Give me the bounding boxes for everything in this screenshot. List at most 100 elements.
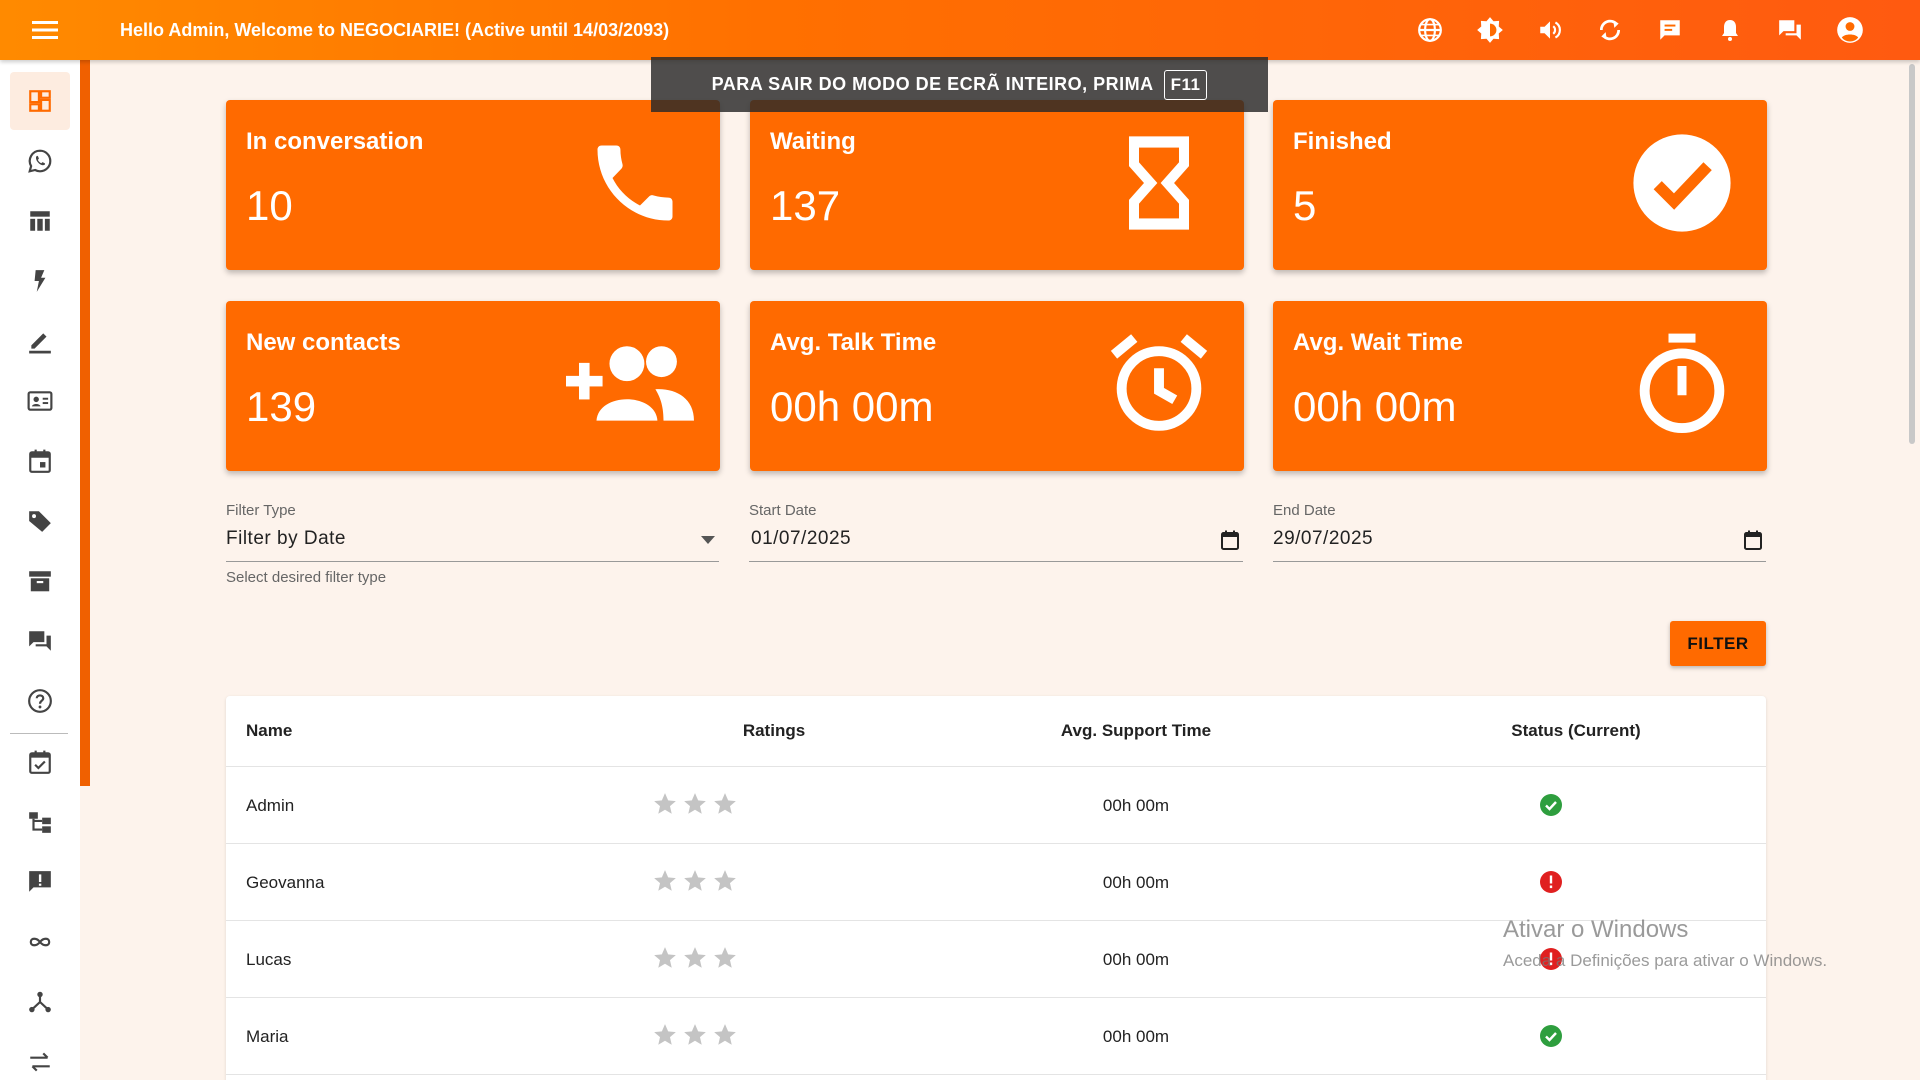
rating-stars xyxy=(652,791,738,817)
sidebar-item-whatsapp[interactable] xyxy=(10,132,70,190)
star-icon xyxy=(654,1024,676,1045)
card-value: 10 xyxy=(246,182,293,229)
rating-stars xyxy=(652,868,738,894)
fullscreen-notice-text: PARA SAIR DO MODO DE ECRÃ INTEIRO, PRIMA xyxy=(711,74,1154,94)
star-icon xyxy=(654,793,676,814)
star-icon xyxy=(714,1024,736,1045)
sidebar-item-dashboard[interactable] xyxy=(10,72,70,130)
help-icon xyxy=(28,689,52,713)
status-online-icon xyxy=(1540,1025,1562,1047)
dropdown-arrow-icon xyxy=(701,536,715,544)
sidebar-item-integrations[interactable] xyxy=(10,913,70,971)
start-date-value: 01/07/2025 xyxy=(751,528,852,549)
sidebar-item-archive[interactable] xyxy=(10,552,70,610)
end-date-field[interactable]: End Date 29/07/2025 xyxy=(1273,502,1766,562)
sidebar-item-transfers[interactable] xyxy=(10,1033,70,1080)
end-date-value: 29/07/2025 xyxy=(1273,528,1374,549)
sidebar-item-tables[interactable] xyxy=(10,192,70,250)
globe-icon xyxy=(1418,18,1442,42)
calendar-icon xyxy=(29,449,51,473)
calendar-icon[interactable] xyxy=(1744,530,1762,550)
forum-icon xyxy=(1779,20,1801,40)
status-offline-icon xyxy=(1540,871,1562,893)
archive-icon xyxy=(29,571,51,592)
brightness-icon xyxy=(1477,17,1503,43)
card-value: 139 xyxy=(246,383,317,430)
messages-button[interactable] xyxy=(1640,0,1700,60)
top-app-bar: Hello Admin, Welcome to NEGOCIARIE! (Act… xyxy=(0,0,1920,60)
row-name: Admin xyxy=(246,796,295,815)
filter-type-helper: Select desired filter type xyxy=(226,569,387,586)
menu-button[interactable] xyxy=(0,0,90,60)
sidebar-item-contacts[interactable] xyxy=(10,372,70,430)
end-date-label: End Date xyxy=(1273,502,1336,519)
scrollbar-thumb[interactable] xyxy=(1909,64,1915,444)
calendar-icon[interactable] xyxy=(1221,530,1239,550)
card-finished: Finished 5 xyxy=(1273,100,1767,270)
account-button[interactable] xyxy=(1820,0,1880,60)
sidebar-item-connections[interactable] xyxy=(10,973,70,1031)
sync-icon xyxy=(1599,19,1621,41)
volume-icon xyxy=(1540,21,1561,39)
sidebar-item-quick-messages[interactable] xyxy=(10,252,70,310)
welcome-text: Hello Admin, Welcome to NEGOCIARIE! (Act… xyxy=(120,19,670,40)
sound-button[interactable] xyxy=(1520,0,1580,60)
forum-button[interactable] xyxy=(1760,0,1820,60)
sidebar-item-help[interactable] xyxy=(10,672,70,730)
timer-icon xyxy=(1627,329,1737,439)
tag-icon xyxy=(29,511,51,532)
swap-icon xyxy=(30,1052,50,1072)
card-title: In conversation xyxy=(246,128,424,155)
column-header-name: Name xyxy=(246,721,293,740)
edit-icon xyxy=(29,333,51,354)
account-icon xyxy=(1837,17,1863,43)
card-new-contacts: New contacts 139 xyxy=(226,301,720,471)
star-icon xyxy=(684,793,706,814)
star-icon xyxy=(654,870,676,891)
card-avg-wait-time: Avg. Wait Time 00h 00m xyxy=(1273,301,1767,471)
theme-button[interactable] xyxy=(1460,0,1520,60)
bell-icon xyxy=(1722,20,1738,41)
card-value: 00h 00m xyxy=(1293,383,1457,430)
table-row[interactable]: Admin 00h 00m xyxy=(226,767,1766,844)
language-button[interactable] xyxy=(1400,0,1460,60)
refresh-button[interactable] xyxy=(1580,0,1640,60)
table-row[interactable]: Geovanna 00h 00m xyxy=(226,844,1766,921)
sidebar-item-edit[interactable] xyxy=(10,312,70,370)
column-header-ratings: Ratings xyxy=(742,721,806,740)
card-value: 00h 00m xyxy=(770,383,934,430)
star-icon xyxy=(654,947,676,968)
row-avg-support-time: 00h 00m xyxy=(1102,873,1170,892)
sidebar-item-internal-chat[interactable] xyxy=(10,612,70,670)
hierarchy-icon xyxy=(29,812,51,833)
windows-activation-title: Ativar o Windows xyxy=(1503,916,1689,943)
toolbar-icons xyxy=(1400,0,1880,60)
card-title: Avg. Wait Time xyxy=(1293,329,1463,356)
star-icon xyxy=(714,947,736,968)
card-value: 5 xyxy=(1293,182,1317,229)
check-circle-icon xyxy=(1627,128,1737,238)
chat-icon xyxy=(1660,20,1680,40)
sidebar-item-tasks[interactable] xyxy=(10,733,70,791)
notifications-button[interactable] xyxy=(1700,0,1760,60)
row-name: Maria xyxy=(246,1027,289,1046)
card-value: 137 xyxy=(770,182,841,229)
sidebar-item-schedules[interactable] xyxy=(10,432,70,490)
star-icon xyxy=(714,870,736,891)
sidebar-item-departments[interactable] xyxy=(10,793,70,851)
start-date-label: Start Date xyxy=(749,502,817,519)
add-group-icon xyxy=(566,329,696,439)
attendants-table: Name Ratings Avg. Support Time Status (C… xyxy=(226,696,1766,1080)
sidebar-item-announcements[interactable] xyxy=(10,853,70,911)
card-title: Waiting xyxy=(770,128,856,155)
filter-type-select[interactable]: Filter Type Filter by Date xyxy=(226,502,719,562)
star-icon xyxy=(684,1024,706,1045)
hourglass-icon xyxy=(1104,128,1214,238)
filter-button[interactable]: FILTER xyxy=(1670,621,1766,666)
start-date-field[interactable]: Start Date 01/07/2025 xyxy=(749,502,1243,562)
forum-icon xyxy=(29,631,51,651)
task-icon xyxy=(29,750,51,774)
sidebar-item-tags[interactable] xyxy=(10,492,70,550)
table-row[interactable]: Maria 00h 00m xyxy=(226,998,1766,1075)
card-title: Finished xyxy=(1293,128,1392,155)
